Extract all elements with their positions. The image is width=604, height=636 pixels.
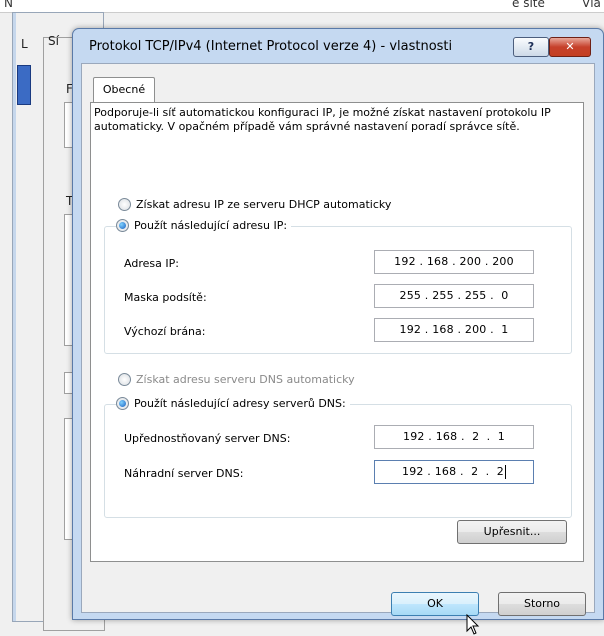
alternate-dns-label: Náhradní server DNS: [124,467,244,480]
alternate-dns-value: 192 . 168 . 2 . 2 [402,465,504,478]
dialog-body: Obecné Podporuje-li síť automatickou kon… [81,63,595,635]
text-caret [504,465,506,479]
network-icon [17,65,31,105]
dns-auto-radio[interactable] [118,373,131,386]
dialog-titlebar[interactable]: Protokol TCP/IPv4 (Internet Protocol ver… [73,29,603,61]
tab-general[interactable]: Obecné [93,77,155,102]
alternate-dns-input[interactable]: 192 . 168 . 2 . 2 [374,460,534,484]
help-button[interactable]: ? [513,37,549,57]
close-icon: ✕ [565,40,575,53]
default-gateway-input[interactable]: 192 . 168 . 200 . 1 [374,318,534,342]
background-text-fragment: L [21,37,28,51]
dns-manual-radio[interactable] [116,397,129,410]
intro-text: Podporuje-li síť automatickou konfigurac… [94,106,551,133]
cancel-button[interactable]: Storno [498,592,586,616]
ip-auto-radio[interactable] [118,198,131,211]
background-text-fragment: e site [512,0,545,10]
dns-auto-label: Získat adresu serveru DNS automaticky [136,373,355,386]
ip-manual-label: Použít následující adresu IP: [134,219,288,232]
background-text-fragment: Sí [48,34,59,48]
subnet-mask-label: Maska podsítě: [124,291,207,304]
ip-manual-option[interactable]: Použít následující adresu IP: [116,219,292,232]
advanced-button[interactable]: Upřesnit... [457,520,567,544]
background-text-fragment: N [4,0,13,10]
ok-button[interactable]: OK [391,592,479,616]
ip-manual-radio[interactable] [116,219,129,232]
ip-address-label: Adresa IP: [124,257,179,270]
help-icon: ? [527,40,535,53]
dns-auto-option[interactable]: Získat adresu serveru DNS automaticky [118,373,359,386]
preferred-dns-input[interactable]: 192 . 168 . 2 . 1 [374,425,534,449]
close-button[interactable]: ✕ [549,37,591,57]
ip-auto-label: Získat adresu IP ze serveru DHCP automat… [136,198,392,211]
dns-manual-label: Použít následující adresy serverů DNS: [134,397,346,410]
dialog-title: Protokol TCP/IPv4 (Internet Protocol ver… [89,39,453,54]
subnet-mask-input[interactable]: 255 . 255 . 255 . 0 [374,284,534,308]
ipv4-properties-dialog: Protokol TCP/IPv4 (Internet Protocol ver… [72,28,604,635]
window-edge [13,13,16,621]
mouse-cursor-icon [466,614,480,635]
background-text-fragment: Vla [582,0,601,10]
dns-manual-option[interactable]: Použít následující adresy serverů DNS: [116,397,350,410]
preferred-dns-label: Upřednostňovaný server DNS: [124,432,291,445]
default-gateway-label: Výchozí brána: [124,325,206,338]
ip-auto-option[interactable]: Získat adresu IP ze serveru DHCP automat… [118,198,396,211]
ip-address-input[interactable]: 192 . 168 . 200 . 200 [374,250,534,274]
